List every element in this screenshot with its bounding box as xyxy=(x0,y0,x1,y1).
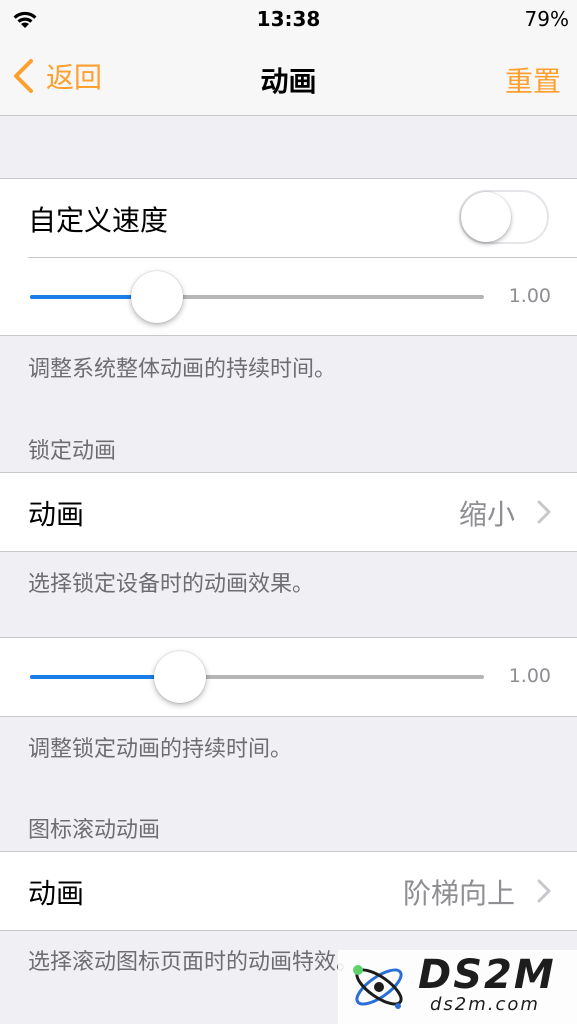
lock-duration-slider-row: 1.00 xyxy=(0,638,577,716)
lock-animation-value: 缩小 xyxy=(458,498,515,531)
custom-speed-group: 自定义速度 1.00 xyxy=(0,178,577,336)
lock-animation-header: 锁定动画 xyxy=(28,439,117,464)
lock-animation-group: 动画 缩小 xyxy=(0,472,577,552)
icon-scroll-animation-label: 动画 xyxy=(28,877,85,910)
custom-speed-toggle[interactable] xyxy=(459,190,549,244)
battery-percentage: 79% xyxy=(524,7,569,31)
lock-duration-slider-track[interactable] xyxy=(30,651,484,703)
watermark: DS2M ds2m.com xyxy=(338,950,577,1024)
watermark-brand: DS2M xyxy=(418,952,556,998)
custom-speed-label: 自定义速度 xyxy=(28,204,169,237)
system-duration-slider-row: 1.00 xyxy=(28,257,577,335)
custom-speed-row: 自定义速度 xyxy=(0,179,577,257)
status-time: 13:38 xyxy=(256,7,321,31)
navigation-bar: 返回 动画 重置 xyxy=(0,38,577,116)
system-duration-footer: 调整系统整体动画的持续时间。 xyxy=(28,357,337,382)
toggle-knob xyxy=(461,192,511,242)
atom-logo-icon xyxy=(353,965,403,1009)
icon-scroll-footer: 选择滚动图标页面时的动画特效。 xyxy=(28,950,359,975)
reset-button[interactable]: 重置 xyxy=(505,60,561,100)
system-duration-slider-thumb[interactable] xyxy=(131,271,184,323)
chevron-right-icon xyxy=(537,500,551,524)
lock-duration-slider-thumb[interactable] xyxy=(153,651,206,703)
system-duration-slider-track[interactable] xyxy=(30,271,484,323)
lock-duration-group: 1.00 xyxy=(0,637,577,717)
page-title: 动画 xyxy=(260,65,317,98)
status-bar: 13:38 79% xyxy=(0,0,577,38)
icon-scroll-header: 图标滚动动画 xyxy=(28,818,161,843)
settings-screen: 13:38 79% 返回 动画 重置 自定义速度 1.00 调整系统整体动画的持… xyxy=(0,0,577,1024)
lock-animation-label: 动画 xyxy=(28,498,85,531)
icon-scroll-group: 动画 阶梯向上 xyxy=(0,851,577,931)
lock-duration-value: 1.00 xyxy=(508,665,551,687)
lock-animation-row[interactable]: 动画 缩小 xyxy=(0,473,577,551)
chevron-right-icon xyxy=(537,879,551,903)
lock-duration-footer: 调整锁定动画的持续时间。 xyxy=(28,737,293,762)
icon-scroll-animation-row[interactable]: 动画 阶梯向上 xyxy=(0,852,577,930)
icon-scroll-animation-value: 阶梯向上 xyxy=(402,877,515,910)
system-duration-value: 1.00 xyxy=(508,285,551,307)
watermark-site: ds2m.com xyxy=(430,994,540,1015)
lock-animation-footer: 选择锁定设备时的动画效果。 xyxy=(28,572,315,597)
